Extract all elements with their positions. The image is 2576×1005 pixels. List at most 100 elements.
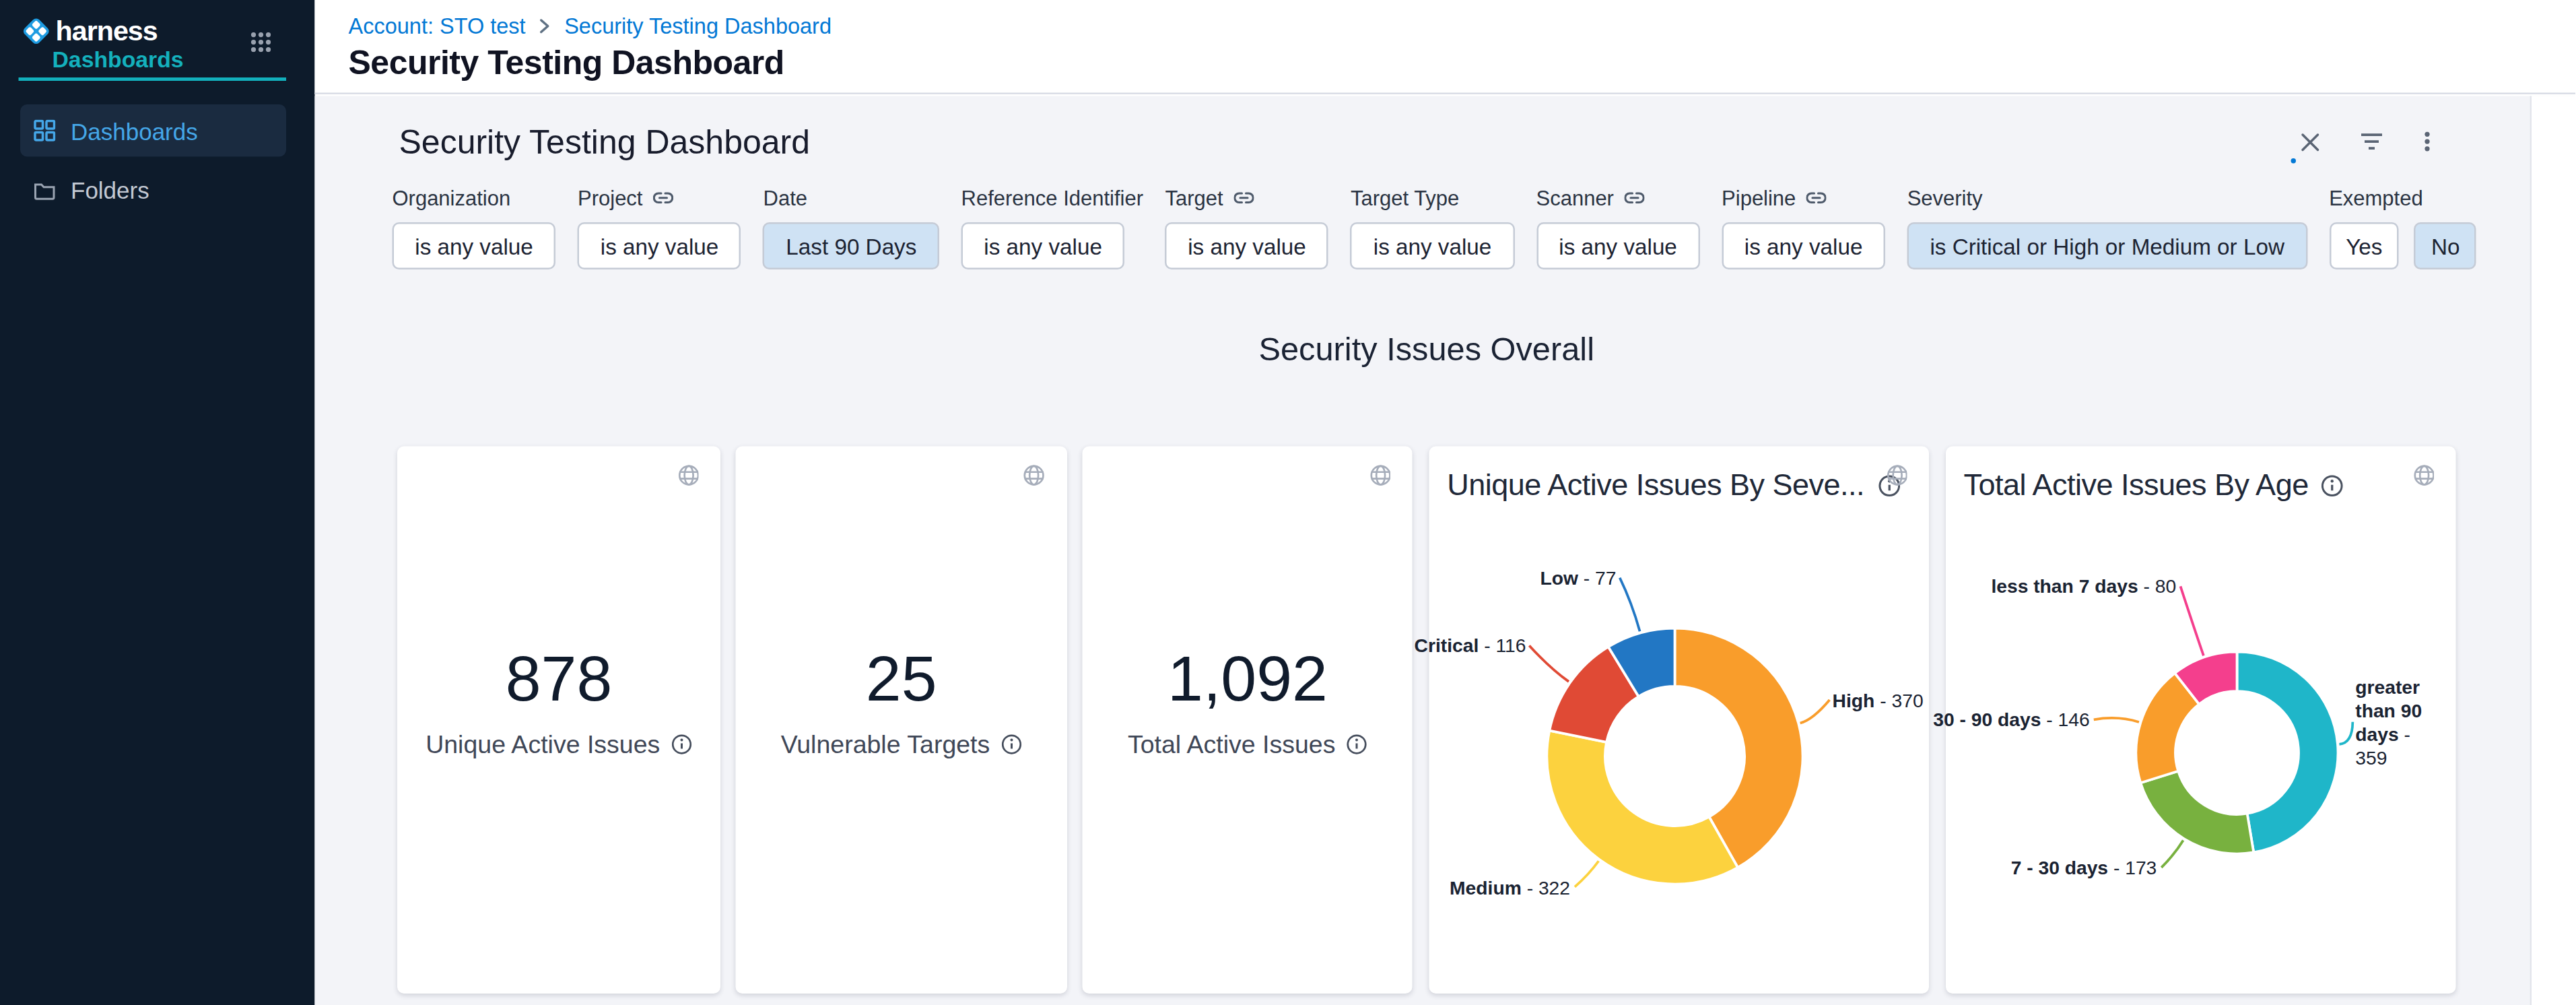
filter-label: Exempted — [2329, 187, 2476, 209]
chart-title: Total Active Issues By Age — [1963, 468, 2308, 504]
sidebar-item-dashboards[interactable]: Dashboards — [20, 104, 286, 157]
kebab-menu-icon[interactable] — [2424, 131, 2431, 152]
filter-value-chip[interactable]: is any value — [393, 222, 556, 269]
cards-row: 878 Unique Active Issues — [397, 447, 2456, 994]
panel-actions — [2301, 131, 2431, 152]
donut-label: Low - 77 — [1540, 566, 1616, 589]
donut-slice-30-90-days[interactable] — [2135, 673, 2198, 783]
donut-slice-7-30-days[interactable] — [2140, 771, 2253, 854]
donut-slice-greater-than-90-days[interactable] — [2236, 652, 2337, 853]
filter-exempted: Exempted Yes No — [2329, 187, 2476, 270]
section-heading: Security Issues Overall — [397, 330, 2456, 369]
breadcrumb: Account: STO test Security Testing Dashb… — [349, 13, 832, 39]
filter-label: Organization — [393, 187, 556, 209]
scroll-gutter[interactable] — [2530, 96, 2576, 1005]
module-label[interactable]: Dashboards — [53, 47, 184, 73]
top-bar: Account: STO test Security Testing Dashb… — [315, 0, 2576, 94]
filter-label: Scanner — [1536, 187, 1700, 209]
donut-slice-medium[interactable] — [1547, 731, 1738, 884]
donut-label: 7 - 30 days - 173 — [2011, 855, 2157, 879]
donut-label: less than 7 days - 80 — [1991, 575, 2176, 598]
filter-value-chip[interactable]: is any value — [1351, 222, 1514, 269]
donut-slice-high[interactable] — [1674, 628, 1802, 868]
breadcrumb-account-link[interactable]: Account: STO test — [349, 13, 526, 39]
stat-card-unique-active-issues[interactable]: 878 Unique Active Issues — [397, 447, 720, 994]
donut-chart — [1945, 447, 2457, 994]
cursor-dot — [2290, 158, 2296, 164]
filter-severity: Severity is Critical or High or Medium or… — [1907, 187, 2307, 270]
folder-icon — [34, 179, 56, 199]
filter-value-chip[interactable]: is any value — [578, 222, 741, 269]
filter-organization: Organization is any value — [393, 187, 556, 270]
donut-label-connector — [2179, 586, 2202, 655]
donut-slice-less-than-7-days[interactable] — [2174, 652, 2236, 705]
sidebar-item-label: Folders — [71, 176, 149, 203]
stat-value: 25 — [866, 645, 937, 713]
info-icon[interactable] — [1347, 734, 1367, 754]
filter-label: Pipeline — [1722, 187, 1885, 209]
filter-value-chip[interactable]: is Critical or High or Medium or Low — [1907, 222, 2307, 269]
link-icon — [652, 191, 673, 206]
donut-label: High - 370 — [1833, 688, 1924, 711]
filter-label: Project — [578, 187, 741, 209]
donut-label-connector — [2161, 840, 2182, 867]
stat-label: Vulnerable Targets — [781, 730, 990, 758]
donut-slice-low[interactable] — [1608, 628, 1674, 697]
stat-label: Unique Active Issues — [426, 730, 660, 758]
donut-label: 30 - 90 days - 146 — [1933, 708, 2089, 732]
filter-label: Date — [764, 187, 940, 209]
info-icon[interactable] — [1002, 734, 1022, 754]
exempted-no-button[interactable]: No — [2414, 222, 2477, 269]
filter-label: Severity — [1907, 187, 2307, 209]
sidebar-item-label: Dashboards — [71, 117, 198, 144]
close-icon[interactable] — [2301, 132, 2320, 151]
filter-value-chip[interactable]: is any value — [1165, 222, 1328, 269]
donut-label-connector — [1529, 645, 1569, 681]
chart-card-issues-by-age[interactable]: Total Active Issues By Age — [1945, 447, 2456, 994]
stat-value: 1,092 — [1167, 645, 1328, 713]
filter-value-chip[interactable]: is any value — [961, 222, 1125, 269]
globe-icon — [1370, 465, 1391, 486]
chart-card-issues-by-severity[interactable]: Unique Active Issues By Seve... — [1429, 447, 1930, 994]
info-icon[interactable] — [672, 734, 692, 754]
info-icon[interactable] — [2322, 475, 2344, 497]
filter-scanner: Scanner is any value — [1536, 187, 1700, 270]
stat-card-total-active-issues[interactable]: 1,092 Total Active Issues — [1082, 447, 1413, 994]
link-icon — [1233, 191, 1254, 206]
filter-target: Targetis any value — [1165, 187, 1328, 270]
globe-icon — [2413, 465, 2434, 486]
filter-value-chip[interactable]: is any value — [1536, 222, 1700, 269]
module-divider — [19, 77, 287, 81]
donut-label-connector — [2338, 722, 2352, 744]
sidebar: harness Dashboards Dash — [0, 0, 315, 1005]
donut-label-connector — [1619, 578, 1639, 631]
breadcrumb-page-link[interactable]: Security Testing Dashboard — [564, 13, 832, 39]
globe-icon — [1887, 465, 1907, 486]
filter-label: Target Type — [1351, 187, 1514, 209]
donut-labels: greater than 90 days - 3597 - 30 days - … — [1945, 447, 2456, 994]
filter-target-type: Target Type is any value — [1351, 187, 1514, 270]
harness-logo-icon — [22, 17, 51, 46]
donut-label-connector — [2093, 718, 2138, 722]
stat-card-vulnerable-targets[interactable]: 25 Vulnerable Targets — [736, 447, 1066, 994]
filter-label: Reference Identifier — [961, 187, 1143, 209]
filter-icon[interactable] — [2360, 132, 2383, 151]
filter-value-chip[interactable]: Last 90 Days — [764, 222, 940, 269]
stat-label: Total Active Issues — [1128, 730, 1336, 758]
globe-icon — [1023, 465, 1044, 486]
filter-pipeline: Pipeline is any value — [1722, 187, 1885, 270]
globe-icon — [677, 465, 698, 486]
sidebar-item-folders[interactable]: Folders — [20, 164, 286, 216]
link-icon — [1806, 191, 1826, 206]
donut-label: Critical - 116 — [1415, 634, 1526, 657]
filter-value-chip[interactable]: is any value — [1722, 222, 1885, 269]
app-grid-icon[interactable] — [251, 32, 271, 53]
exempted-yes-button[interactable]: Yes — [2329, 222, 2399, 269]
breadcrumb-chevron-icon — [539, 19, 551, 34]
donut-label-connector — [1574, 861, 1598, 886]
dashboard-canvas: Security Testing Dashboard Organizationi… — [315, 96, 2576, 1005]
app: harness Dashboards Dash — [0, 0, 2576, 1005]
harness-logo[interactable]: harness — [22, 15, 158, 48]
donut-slice-critical[interactable] — [1549, 647, 1637, 742]
filter-reference-identifier: Reference Identifier is any value — [961, 187, 1143, 270]
